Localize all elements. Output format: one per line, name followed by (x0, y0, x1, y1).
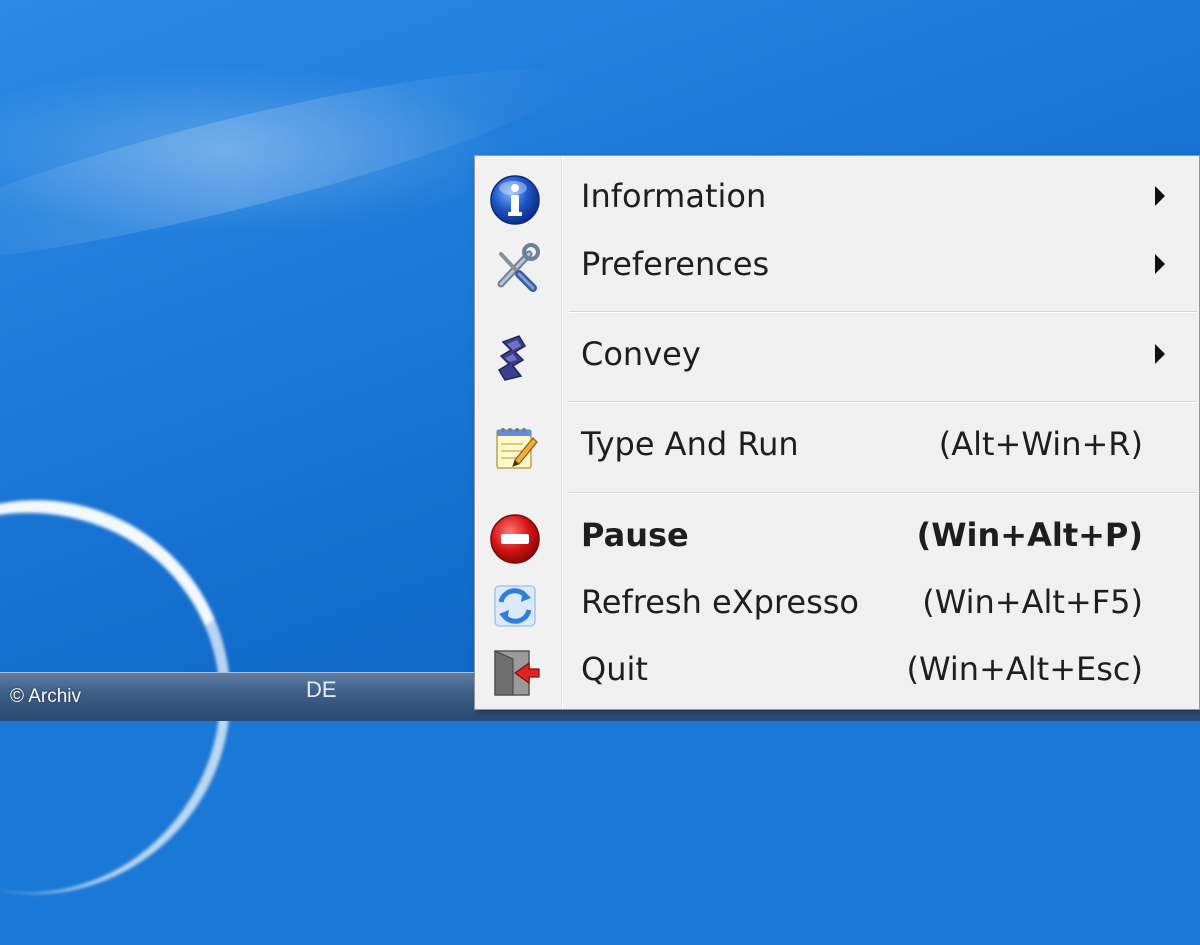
submenu-arrow-icon (1155, 186, 1165, 206)
menu-item-label: Refresh eXpresso (581, 583, 859, 621)
menu-item-information[interactable]: Information (475, 166, 1200, 226)
submenu-arrow-icon (1155, 344, 1165, 364)
menu-item-label: Quit (581, 650, 648, 688)
copyright-watermark: © Archiv (10, 686, 82, 707)
menu-item-label: Convey (581, 335, 701, 373)
stop-icon (489, 513, 541, 565)
exit-icon (489, 647, 541, 699)
menu-item-type-and-run[interactable]: Type And Run (Alt+Win+R) (475, 414, 1200, 474)
notepad-icon (489, 422, 541, 474)
menu-item-shortcut: (Win+Alt+F5) (922, 583, 1143, 621)
info-icon (489, 174, 541, 226)
menu-item-shortcut: (Win+Alt+Esc) (906, 650, 1143, 688)
tray-context-menu: Information Preferences Convey Type And … (474, 155, 1200, 710)
convey-icon (489, 332, 541, 384)
menu-separator (569, 492, 1197, 494)
refresh-icon (489, 580, 541, 632)
language-indicator[interactable]: DE (306, 677, 337, 703)
menu-item-convey[interactable]: Convey (475, 324, 1200, 384)
menu-separator (569, 401, 1197, 403)
menu-item-pause[interactable]: Pause (Win+Alt+P) (475, 505, 1200, 565)
menu-item-quit[interactable]: Quit (Win+Alt+Esc) (475, 639, 1200, 699)
menu-item-label: Pause (581, 516, 689, 554)
menu-item-label: Preferences (581, 245, 770, 283)
menu-item-shortcut: (Win+Alt+P) (916, 516, 1143, 554)
tools-icon (489, 242, 541, 294)
menu-item-preferences[interactable]: Preferences (475, 234, 1200, 294)
menu-item-refresh-expresso[interactable]: Refresh eXpresso (Win+Alt+F5) (475, 572, 1200, 632)
menu-item-label: Type And Run (581, 425, 799, 463)
menu-item-shortcut: (Alt+Win+R) (938, 425, 1143, 463)
menu-separator (569, 311, 1197, 313)
menu-item-label: Information (581, 177, 767, 215)
submenu-arrow-icon (1155, 254, 1165, 274)
